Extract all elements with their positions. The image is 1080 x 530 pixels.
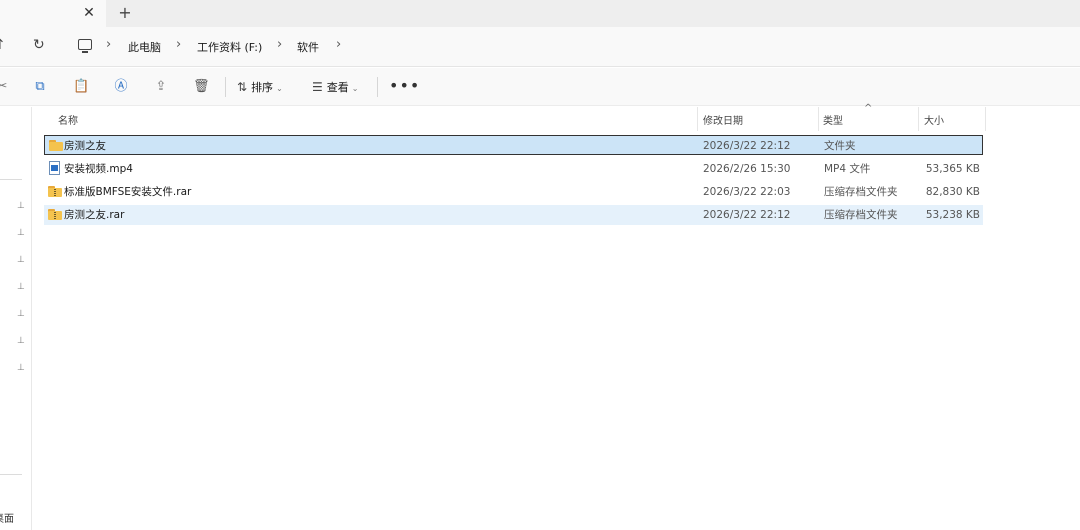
zip-folder-icon	[48, 208, 62, 220]
share-icon[interactable]: ⇪	[153, 79, 169, 95]
pin-icon[interactable]: ⊥	[17, 228, 27, 238]
file-row[interactable]: 安装视频.mp4 2026/2/26 15:30 MP4 文件 53,365 K…	[44, 159, 983, 179]
view-label: 查看	[326, 81, 349, 94]
column-header-modified[interactable]: 修改日期	[703, 112, 743, 127]
file-name: 房测之友.rar	[64, 209, 125, 221]
pin-icon[interactable]: ⊥	[17, 336, 27, 346]
rename-icon[interactable]: Ⓐ	[113, 79, 129, 95]
more-options-icon[interactable]: •••	[389, 78, 420, 94]
close-tab-icon[interactable]: ✕	[80, 4, 98, 22]
pin-icon[interactable]: ⊥	[17, 282, 27, 292]
view-icon: ☰	[312, 80, 323, 94]
breadcrumb-separator[interactable]: ›	[106, 37, 111, 52]
sort-label: 排序	[251, 81, 274, 94]
delete-icon[interactable]: 🗑	[193, 79, 210, 95]
view-button[interactable]: ☰ 查看 ⌄	[312, 79, 358, 95]
breadcrumb-separator[interactable]: ›	[176, 37, 181, 52]
breadcrumb-separator[interactable]: ›	[336, 37, 341, 52]
breadcrumb-this-pc[interactable]: 此电脑	[128, 39, 161, 55]
pin-icon[interactable]: ⊥	[17, 201, 27, 211]
column-divider[interactable]	[918, 107, 919, 131]
file-type: 文件夹	[824, 140, 856, 152]
navigation-pane: ⊥ ⊥ ⊥ ⊥ ⊥ ⊥ ⊥	[0, 107, 32, 530]
file-row[interactable]: 房测之友 2026/3/22 22:12 文件夹	[44, 135, 983, 155]
sort-button[interactable]: ⇅ 排序 ⌄	[237, 79, 283, 95]
file-type: 压缩存档文件夹	[824, 186, 898, 198]
this-pc-icon[interactable]	[78, 39, 92, 53]
pin-icon[interactable]: ⊥	[17, 255, 27, 265]
sidebar-divider	[0, 474, 22, 475]
chevron-down-icon: ⌄	[276, 84, 283, 93]
column-divider[interactable]	[697, 107, 698, 131]
sort-ascending-icon: ^	[864, 103, 873, 114]
file-name: 标准版BMFSE安装文件.rar	[64, 186, 192, 198]
new-tab-icon[interactable]: +	[116, 4, 134, 22]
file-type: MP4 文件	[824, 163, 871, 175]
sidebar-item-desktop[interactable]: 桌面	[0, 510, 14, 525]
file-type: 压缩存档文件夹	[824, 209, 898, 221]
title-bar: ✕ +	[0, 0, 1080, 27]
toolbar-divider	[225, 77, 226, 97]
file-modified: 2026/3/22 22:12	[703, 140, 791, 152]
column-divider[interactable]	[985, 107, 986, 131]
folder-icon	[49, 139, 63, 151]
zip-folder-icon	[48, 185, 62, 197]
column-header-size[interactable]: 大小	[924, 112, 944, 127]
column-header-row: 名称 修改日期 ^ 类型 大小	[33, 103, 993, 131]
pin-icon[interactable]: ⊥	[17, 363, 27, 373]
file-name: 房测之友	[64, 140, 106, 152]
command-bar: ✂ ⧉ 📋 Ⓐ ⇪ 🗑 ⇅ 排序 ⌄ ☰ 查看 ⌄ •••	[0, 68, 1080, 106]
paste-icon[interactable]: 📋	[73, 79, 89, 95]
file-modified: 2026/2/26 15:30	[703, 163, 791, 175]
cut-icon[interactable]: ✂	[0, 79, 10, 95]
pin-icon[interactable]: ⊥	[17, 309, 27, 319]
toolbar-divider	[377, 77, 378, 97]
breadcrumb-drive-f[interactable]: 工作资料 (F:)	[197, 39, 262, 55]
video-file-icon	[49, 161, 60, 175]
column-header-name[interactable]: 名称	[58, 112, 78, 127]
breadcrumb-separator[interactable]: ›	[277, 37, 282, 52]
file-name: 安装视频.mp4	[64, 163, 133, 175]
active-tab[interactable]: ✕	[0, 0, 106, 27]
address-bar: ↑ ↻ › 此电脑 › 工作资料 (F:) › 软件 ›	[0, 27, 1080, 67]
file-modified: 2026/3/22 22:03	[703, 186, 791, 198]
column-divider[interactable]	[818, 107, 819, 131]
breadcrumb-software[interactable]: 软件	[297, 39, 319, 55]
sort-icon: ⇅	[237, 80, 248, 94]
column-header-type[interactable]: 类型	[823, 112, 843, 127]
refresh-icon[interactable]: ↻	[33, 37, 51, 57]
file-row[interactable]: 标准版BMFSE安装文件.rar 2026/3/22 22:03 压缩存档文件夹…	[44, 182, 983, 202]
file-size: 53,365 KB	[925, 163, 980, 175]
file-size: 82,830 KB	[925, 186, 980, 198]
copy-icon[interactable]: ⧉	[32, 79, 48, 95]
sidebar-divider	[0, 179, 22, 180]
up-arrow-icon[interactable]: ↑	[0, 37, 8, 57]
file-modified: 2026/3/22 22:12	[703, 209, 791, 221]
chevron-down-icon: ⌄	[351, 84, 359, 93]
file-row[interactable]: 房测之友.rar 2026/3/22 22:12 压缩存档文件夹 53,238 …	[44, 205, 983, 225]
file-size: 53,238 KB	[925, 209, 980, 221]
